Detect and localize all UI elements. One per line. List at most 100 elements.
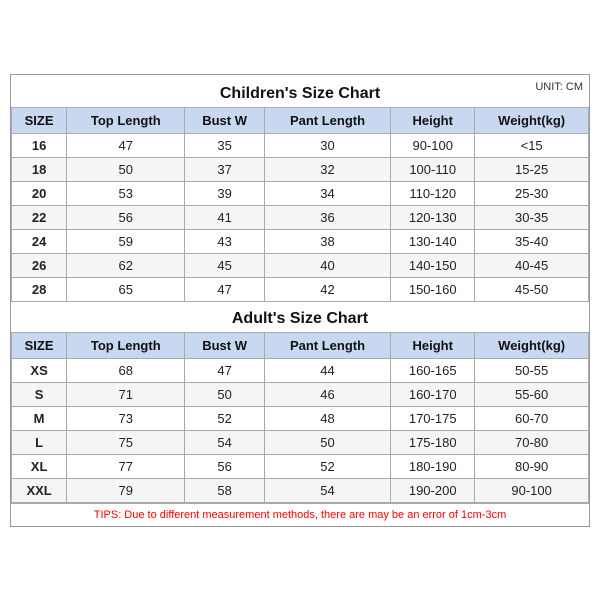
table-cell: 58	[185, 478, 265, 502]
children-header-block: Children's Size Chart UNIT: CM	[11, 75, 589, 107]
table-cell: 73	[67, 406, 185, 430]
adult-table: SIZE Top Length Bust W Pant Length Heigh…	[11, 332, 589, 503]
adult-header-row: SIZE Top Length Bust W Pant Length Heigh…	[12, 332, 589, 358]
table-row: 26624540140-15040-45	[12, 253, 589, 277]
table-cell: 50	[67, 157, 185, 181]
table-cell: 130-140	[391, 229, 475, 253]
table-cell: 90-100	[475, 478, 589, 502]
table-cell: 43	[185, 229, 265, 253]
table-cell: 50	[185, 382, 265, 406]
table-cell: 47	[185, 358, 265, 382]
table-cell: 160-170	[391, 382, 475, 406]
table-row: L755450175-18070-80	[12, 430, 589, 454]
adult-title: Adult's Size Chart	[11, 302, 589, 332]
table-cell: 28	[12, 277, 67, 301]
table-row: XS684744160-16550-55	[12, 358, 589, 382]
table-cell: 16	[12, 133, 67, 157]
table-row: 22564136120-13030-35	[12, 205, 589, 229]
children-col-toplength: Top Length	[67, 107, 185, 133]
table-cell: 34	[264, 181, 390, 205]
table-cell: 60-70	[475, 406, 589, 430]
adult-col-pantlength: Pant Length	[264, 332, 390, 358]
table-cell: 175-180	[391, 430, 475, 454]
table-cell: 77	[67, 454, 185, 478]
table-cell: 26	[12, 253, 67, 277]
table-cell: XS	[12, 358, 67, 382]
table-row: S715046160-17055-60	[12, 382, 589, 406]
table-cell: 42	[264, 277, 390, 301]
table-cell: 90-100	[391, 133, 475, 157]
table-cell: 55-60	[475, 382, 589, 406]
table-cell: 71	[67, 382, 185, 406]
table-cell: <15	[475, 133, 589, 157]
table-cell: 170-175	[391, 406, 475, 430]
children-col-size: SIZE	[12, 107, 67, 133]
table-cell: 40	[264, 253, 390, 277]
table-cell: 79	[67, 478, 185, 502]
table-row: XXL795854190-20090-100	[12, 478, 589, 502]
tips-text: TIPS: Due to different measurement metho…	[11, 503, 589, 526]
adult-col-height: Height	[391, 332, 475, 358]
table-cell: 150-160	[391, 277, 475, 301]
table-cell: 47	[185, 277, 265, 301]
table-cell: 37	[185, 157, 265, 181]
adult-col-bustw: Bust W	[185, 332, 265, 358]
table-cell: L	[12, 430, 67, 454]
table-cell: 190-200	[391, 478, 475, 502]
table-cell: 15-25	[475, 157, 589, 181]
unit-label: UNIT: CM	[535, 81, 583, 93]
table-cell: 54	[185, 430, 265, 454]
table-cell: 52	[264, 454, 390, 478]
table-cell: 56	[185, 454, 265, 478]
table-row: 24594338130-14035-40	[12, 229, 589, 253]
table-cell: 75	[67, 430, 185, 454]
table-cell: 80-90	[475, 454, 589, 478]
table-cell: 30-35	[475, 205, 589, 229]
adult-col-size: SIZE	[12, 332, 67, 358]
table-cell: 56	[67, 205, 185, 229]
table-cell: 35	[185, 133, 265, 157]
table-cell: 38	[264, 229, 390, 253]
table-cell: 50	[264, 430, 390, 454]
table-cell: M	[12, 406, 67, 430]
table-cell: 24	[12, 229, 67, 253]
table-cell: 52	[185, 406, 265, 430]
table-cell: 53	[67, 181, 185, 205]
table-cell: 40-45	[475, 253, 589, 277]
table-cell: 140-150	[391, 253, 475, 277]
table-cell: 46	[264, 382, 390, 406]
children-header-row: SIZE Top Length Bust W Pant Length Heigh…	[12, 107, 589, 133]
table-cell: 36	[264, 205, 390, 229]
table-cell: 32	[264, 157, 390, 181]
children-col-pantlength: Pant Length	[264, 107, 390, 133]
adult-col-weight: Weight(kg)	[475, 332, 589, 358]
table-cell: 50-55	[475, 358, 589, 382]
table-cell: 110-120	[391, 181, 475, 205]
table-cell: 41	[185, 205, 265, 229]
adult-col-toplength: Top Length	[67, 332, 185, 358]
table-cell: XXL	[12, 478, 67, 502]
children-title: Children's Size Chart	[216, 79, 384, 107]
table-cell: 18	[12, 157, 67, 181]
table-cell: XL	[12, 454, 67, 478]
table-cell: 45	[185, 253, 265, 277]
table-row: 20533934110-12025-30	[12, 181, 589, 205]
size-chart-container: Children's Size Chart UNIT: CM SIZE Top …	[10, 74, 590, 527]
table-cell: 120-130	[391, 205, 475, 229]
table-cell: 25-30	[475, 181, 589, 205]
table-cell: 62	[67, 253, 185, 277]
table-row: XL775652180-19080-90	[12, 454, 589, 478]
children-col-height: Height	[391, 107, 475, 133]
table-cell: 47	[67, 133, 185, 157]
table-cell: 39	[185, 181, 265, 205]
table-row: 1647353090-100<15	[12, 133, 589, 157]
table-cell: 59	[67, 229, 185, 253]
table-cell: S	[12, 382, 67, 406]
table-cell: 48	[264, 406, 390, 430]
table-cell: 70-80	[475, 430, 589, 454]
children-col-weight: Weight(kg)	[475, 107, 589, 133]
table-cell: 68	[67, 358, 185, 382]
table-cell: 45-50	[475, 277, 589, 301]
table-cell: 35-40	[475, 229, 589, 253]
table-row: 18503732100-11015-25	[12, 157, 589, 181]
